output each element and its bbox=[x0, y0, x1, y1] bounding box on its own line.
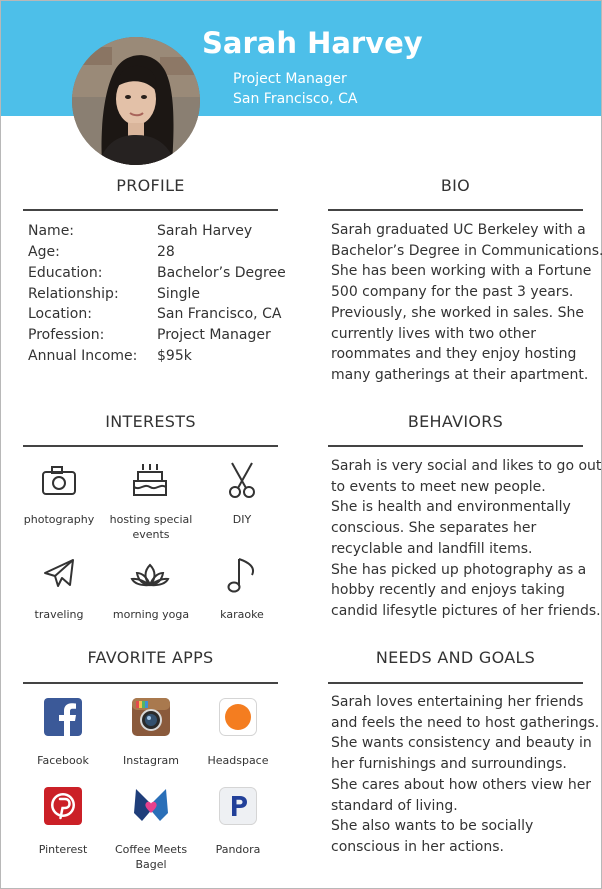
app-label-facebook: Facebook bbox=[37, 754, 89, 767]
cake-icon bbox=[128, 458, 172, 502]
headspace-icon bbox=[219, 698, 257, 736]
needs-text: Sarah loves entertaining her friends and… bbox=[331, 692, 599, 858]
needs-divider bbox=[328, 682, 583, 684]
app-label-pandora: Pandora bbox=[215, 843, 261, 856]
bio-line: currently lives with two other bbox=[331, 325, 536, 342]
interest-label-karaoke: karaoke bbox=[220, 608, 264, 621]
bio-line: Sarah graduated UC Berkeley with a bbox=[331, 222, 586, 238]
needs-line: She also wants to be socially bbox=[331, 818, 534, 835]
bio-text: Sarah graduated UC Berkeley with a Bache… bbox=[331, 220, 602, 386]
profile-heading: PROFILE bbox=[116, 176, 185, 195]
profile-label-income: Annual Income: bbox=[28, 348, 138, 364]
app-label-coffee-meets-bagel: Coffee Meets Bagel bbox=[114, 843, 188, 871]
pandora-icon bbox=[219, 787, 257, 825]
lotus-icon bbox=[128, 553, 172, 597]
behaviors-divider bbox=[328, 445, 583, 447]
facebook-icon bbox=[44, 698, 82, 736]
bio-line: roommates and they enjoy hosting bbox=[331, 346, 577, 363]
bio-divider bbox=[328, 209, 583, 211]
camera-icon bbox=[37, 458, 81, 502]
needs-line: She cares about how others view her bbox=[331, 776, 592, 793]
bio-line: many gatherings at their apartment. bbox=[331, 366, 589, 383]
persona-name: Sarah Harvey bbox=[202, 26, 423, 60]
interest-label-traveling: traveling bbox=[34, 608, 84, 621]
coffee-meets-bagel-icon bbox=[132, 787, 170, 825]
behaviors-line: Sarah is very social and likes to go out bbox=[331, 458, 602, 474]
profile-value-income: $95k bbox=[157, 348, 192, 364]
behaviors-line: hobby recently and enjoys taking bbox=[331, 582, 565, 599]
apps-heading: FAVORITE APPS bbox=[87, 648, 214, 667]
needs-line: Sarah loves entertaining her friends bbox=[331, 694, 584, 710]
airplane-icon bbox=[37, 553, 81, 597]
persona-location: San Francisco, CA bbox=[233, 91, 358, 107]
avatar-photo bbox=[72, 37, 200, 165]
app-label-instagram: Instagram bbox=[123, 754, 179, 767]
avatar bbox=[72, 37, 200, 165]
profile-value-location: San Francisco, CA bbox=[157, 306, 282, 322]
bio-line: She has been working with a Fortune bbox=[331, 263, 592, 280]
needs-line: her furnishings and surroundings. bbox=[331, 756, 567, 773]
interest-label-hosting: hosting special events bbox=[109, 513, 193, 541]
apps-divider bbox=[23, 682, 278, 684]
bio-line: Previously, she worked in sales. She bbox=[331, 304, 584, 321]
profile-label-name: Name: bbox=[28, 223, 75, 239]
behaviors-line: She is health and environmentally bbox=[331, 499, 571, 516]
profile-label-relationship: Relationship: bbox=[28, 286, 119, 302]
interests-heading: INTERESTS bbox=[105, 412, 196, 431]
profile-value-relationship: Single bbox=[157, 286, 201, 302]
behaviors-line: recyclable and landfill items. bbox=[331, 540, 533, 557]
bio-heading: BIO bbox=[440, 176, 471, 195]
interests-divider bbox=[23, 445, 278, 447]
scissors-icon bbox=[220, 458, 264, 502]
behaviors-line: She has picked up photography as a bbox=[331, 561, 587, 578]
needs-heading: NEEDS AND GOALS bbox=[375, 648, 536, 667]
profile-label-profession: Profession: bbox=[28, 327, 105, 343]
profile-value-profession: Project Manager bbox=[157, 327, 271, 343]
needs-line: She wants consistency and beauty in bbox=[331, 735, 592, 752]
behaviors-line: conscious. She separates her bbox=[331, 520, 537, 537]
behaviors-line: candid lifesytle pictures of her friends… bbox=[331, 602, 601, 619]
app-label-pinterest: Pinterest bbox=[38, 843, 88, 856]
interest-label-diy: DIY bbox=[232, 513, 252, 526]
music-note-icon bbox=[220, 553, 264, 597]
profile-label-location: Location: bbox=[28, 306, 92, 322]
bio-line: Bachelor’s Degree in Communications. bbox=[331, 242, 602, 259]
profile-value-education: Bachelor’s Degree bbox=[157, 265, 286, 281]
instagram-icon bbox=[132, 698, 170, 736]
profile-value-name: Sarah Harvey bbox=[157, 223, 253, 239]
profile-divider bbox=[23, 209, 278, 211]
behaviors-text: Sarah is very social and likes to go out… bbox=[331, 456, 601, 622]
behaviors-heading: BEHAVIORS bbox=[407, 412, 504, 431]
persona-title: Project Manager bbox=[233, 71, 347, 87]
bio-line: 500 company for the past 3 years. bbox=[331, 284, 574, 301]
needs-line: standard of living. bbox=[331, 797, 458, 814]
needs-line: and feels the need to host gatherings. bbox=[331, 714, 600, 731]
profile-label-age: Age: bbox=[28, 244, 60, 260]
behaviors-line: to events to meet new people. bbox=[331, 478, 546, 495]
pinterest-icon bbox=[44, 787, 82, 825]
interest-label-yoga: morning yoga bbox=[112, 608, 190, 621]
profile-label-education: Education: bbox=[28, 265, 103, 281]
app-label-headspace: Headspace bbox=[207, 754, 269, 767]
profile-value-age: 28 bbox=[157, 244, 175, 260]
needs-line: conscious in her actions. bbox=[331, 838, 504, 855]
interest-label-photography: photography bbox=[23, 513, 95, 526]
